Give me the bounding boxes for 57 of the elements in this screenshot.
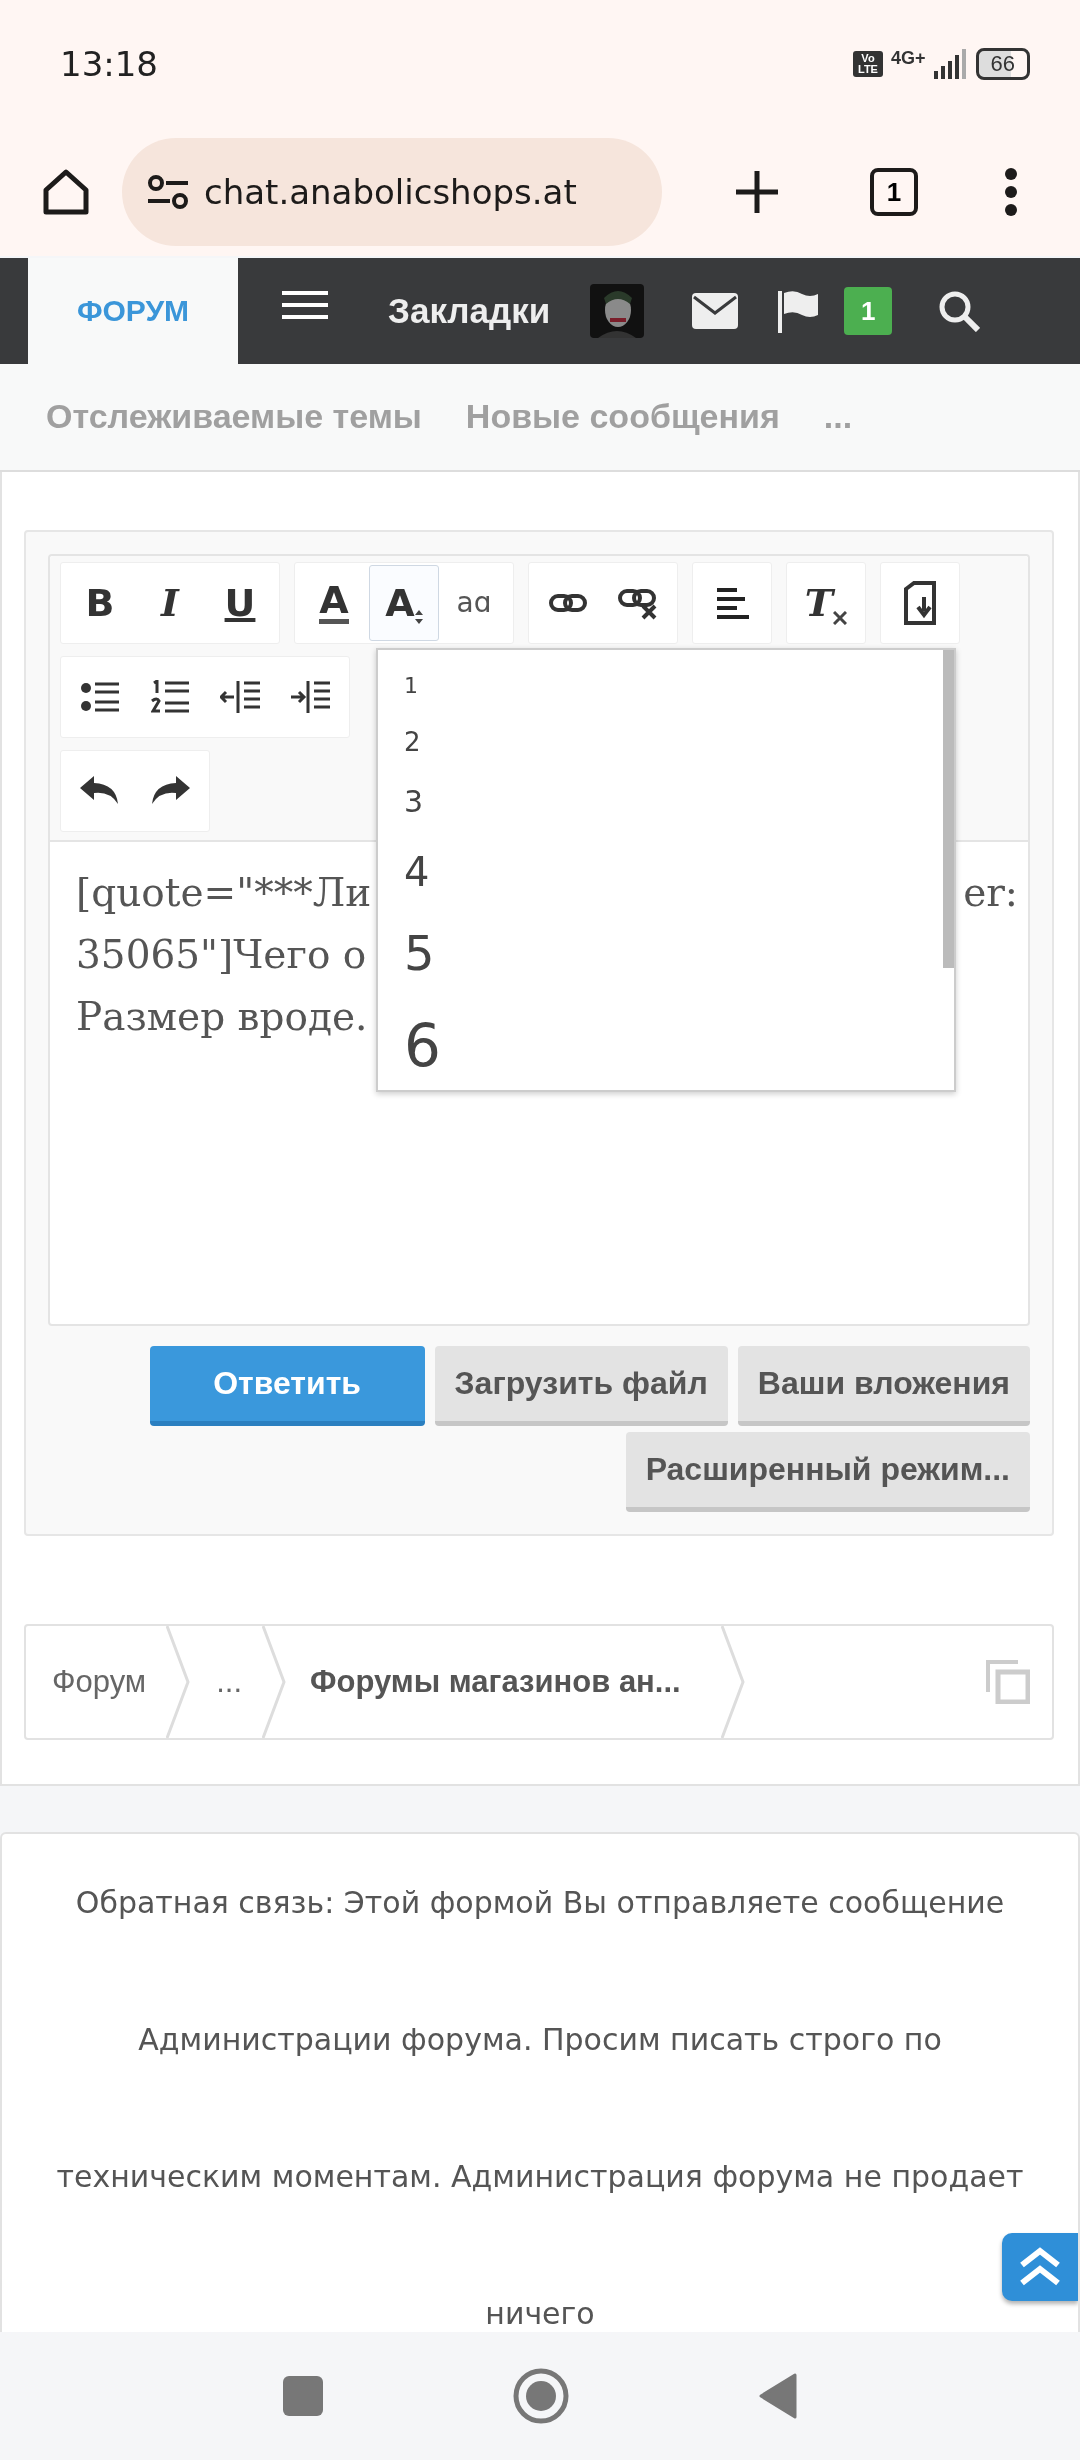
double-chevron-up-icon	[1018, 2246, 1062, 2287]
scrollbar[interactable]	[943, 649, 954, 968]
indent-icon	[290, 678, 330, 715]
tab-count[interactable]: 1	[870, 168, 918, 217]
feedback-text: техническим моментам. Администрация форума не продает	[56, 2157, 1024, 2195]
font-size-option[interactable]: 1	[404, 673, 418, 699]
font-size-option[interactable]: 2	[404, 726, 421, 757]
feedback-text: ничего	[485, 2294, 595, 2332]
back-icon[interactable]	[759, 2373, 797, 2419]
message-text: 35065"]Чего о	[76, 930, 367, 979]
feedback-text: Администрации форума. Просим писать строго по	[138, 2020, 942, 2058]
outdent-icon	[220, 678, 260, 715]
case-button[interactable]: aɑ	[439, 564, 509, 641]
font-size-option[interactable]: 4	[404, 848, 430, 895]
numbered-list-icon	[151, 679, 189, 714]
action-button[interactable]: Загрузить файл	[434, 1345, 728, 1426]
up-down-arrows-icon	[414, 608, 423, 625]
network-type: 4G+	[891, 48, 926, 70]
message-text: [quote="***Ли	[76, 868, 372, 917]
url-text: chat.anabolicshops.at	[204, 172, 577, 213]
bullet-list-icon	[81, 680, 119, 713]
color-button[interactable]: A	[299, 564, 369, 641]
site-settings-icon[interactable]	[146, 174, 190, 211]
font-size-option[interactable]: 3	[404, 784, 424, 820]
document-icon	[902, 580, 938, 625]
bold-button[interactable]: B	[65, 564, 135, 641]
undo-icon	[80, 775, 120, 806]
volte-indicator: Vo LTE	[853, 51, 883, 78]
italic-button[interactable]: I	[135, 564, 205, 641]
align-left-icon	[715, 586, 749, 619]
menu-icon[interactable]	[282, 290, 328, 321]
new-tab-icon[interactable]	[734, 169, 780, 216]
home-button-icon[interactable]	[513, 2368, 569, 2424]
font-size-option[interactable]: 5	[404, 924, 435, 981]
scroll-to-top-button[interactable]	[1002, 2232, 1078, 2301]
search-icon[interactable]	[938, 290, 981, 333]
breadcrumb-link[interactable]: Форумы магазинов ан...	[286, 1663, 721, 1700]
action-button[interactable]: Расширенный режим...	[625, 1431, 1030, 1512]
underline-button[interactable]: U	[205, 564, 275, 641]
battery-level: 66	[975, 48, 1030, 81]
flag-icon[interactable]	[776, 289, 821, 334]
action-button[interactable]: Ваши вложения	[737, 1345, 1030, 1426]
address-bar[interactable]: chat.anabolicshops.at	[122, 138, 662, 247]
breadcrumb-link[interactable]: Форум	[26, 1663, 167, 1700]
message-text: er:	[963, 868, 1018, 917]
clock-time: 13:18	[60, 44, 158, 85]
message-text: Размер вроде.	[76, 992, 368, 1041]
redo-icon	[150, 775, 190, 806]
signal-icon	[933, 49, 968, 80]
clear-button[interactable]: T	[791, 564, 861, 641]
mail-icon[interactable]	[692, 293, 739, 330]
more-menu-icon[interactable]	[1004, 167, 1018, 218]
fontsize-button[interactable]: A	[369, 564, 439, 641]
bookmarks-link[interactable]: Закладки	[388, 291, 551, 332]
breadcrumb-link[interactable]: ...	[190, 1663, 262, 1700]
font-size-option[interactable]: 6	[404, 1011, 441, 1080]
feedback-text: Обратная связь: Этой формой Вы отправляете сообщение	[75, 1883, 1005, 1921]
